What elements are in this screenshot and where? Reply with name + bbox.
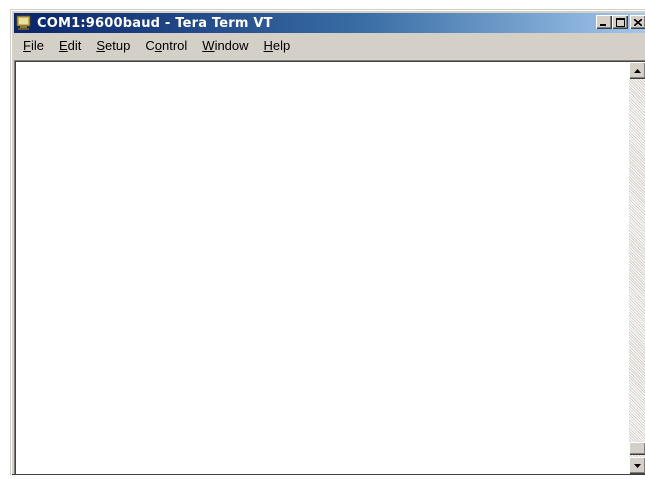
menu-edit-accel: E: [58, 38, 68, 53]
menu-control-prefix: C: [145, 38, 155, 53]
arrow-up-icon: [634, 68, 641, 73]
title-bar[interactable]: COM1:9600baud - Tera Term VT: [14, 13, 645, 33]
terminal-screen[interactable]: [16, 62, 629, 474]
scroll-down-button[interactable]: [629, 457, 645, 474]
window-title: COM1:9600baud - Tera Term VT: [37, 15, 273, 31]
menu-edit[interactable]: Edit: [51, 36, 88, 55]
tera-term-icon: [16, 15, 31, 30]
menu-help-accel: H: [263, 38, 273, 53]
minimize-button[interactable]: [596, 15, 612, 29]
menu-window[interactable]: Window: [194, 36, 255, 55]
menu-setup[interactable]: Setup: [88, 36, 137, 55]
close-icon: [634, 18, 642, 26]
scroll-thumb[interactable]: [629, 442, 645, 455]
maximize-button[interactable]: [612, 15, 628, 29]
menu-edit-label: dit: [67, 38, 82, 53]
menu-setup-accel: S: [96, 38, 106, 53]
vertical-scrollbar[interactable]: [629, 62, 645, 474]
menu-file[interactable]: File: [14, 36, 51, 55]
menu-control-accel: o: [154, 38, 162, 53]
menu-file-label: ile: [30, 38, 44, 53]
menu-file-accel: F: [23, 38, 31, 53]
menu-setup-label: etup: [105, 38, 131, 53]
menu-bar: File Edit Setup Control Window Help: [14, 36, 645, 55]
maximize-icon: [615, 17, 625, 27]
window-controls: [596, 15, 645, 29]
menu-window-accel: W: [202, 38, 215, 53]
menu-help-label: elp: [272, 38, 291, 53]
menu-control[interactable]: Control: [137, 36, 194, 55]
arrow-down-icon: [634, 463, 641, 468]
scroll-up-button[interactable]: [629, 62, 645, 79]
terminal-client-area: [14, 60, 645, 474]
menu-help[interactable]: Help: [256, 36, 298, 55]
minimize-icon: [600, 23, 606, 26]
tera-term-window: COM1:9600baud - Tera Term VT File Edit S…: [10, 9, 645, 475]
menu-window-label: indow: [214, 38, 249, 53]
close-button[interactable]: [630, 15, 645, 29]
menu-control-label: ntrol: [161, 38, 188, 53]
